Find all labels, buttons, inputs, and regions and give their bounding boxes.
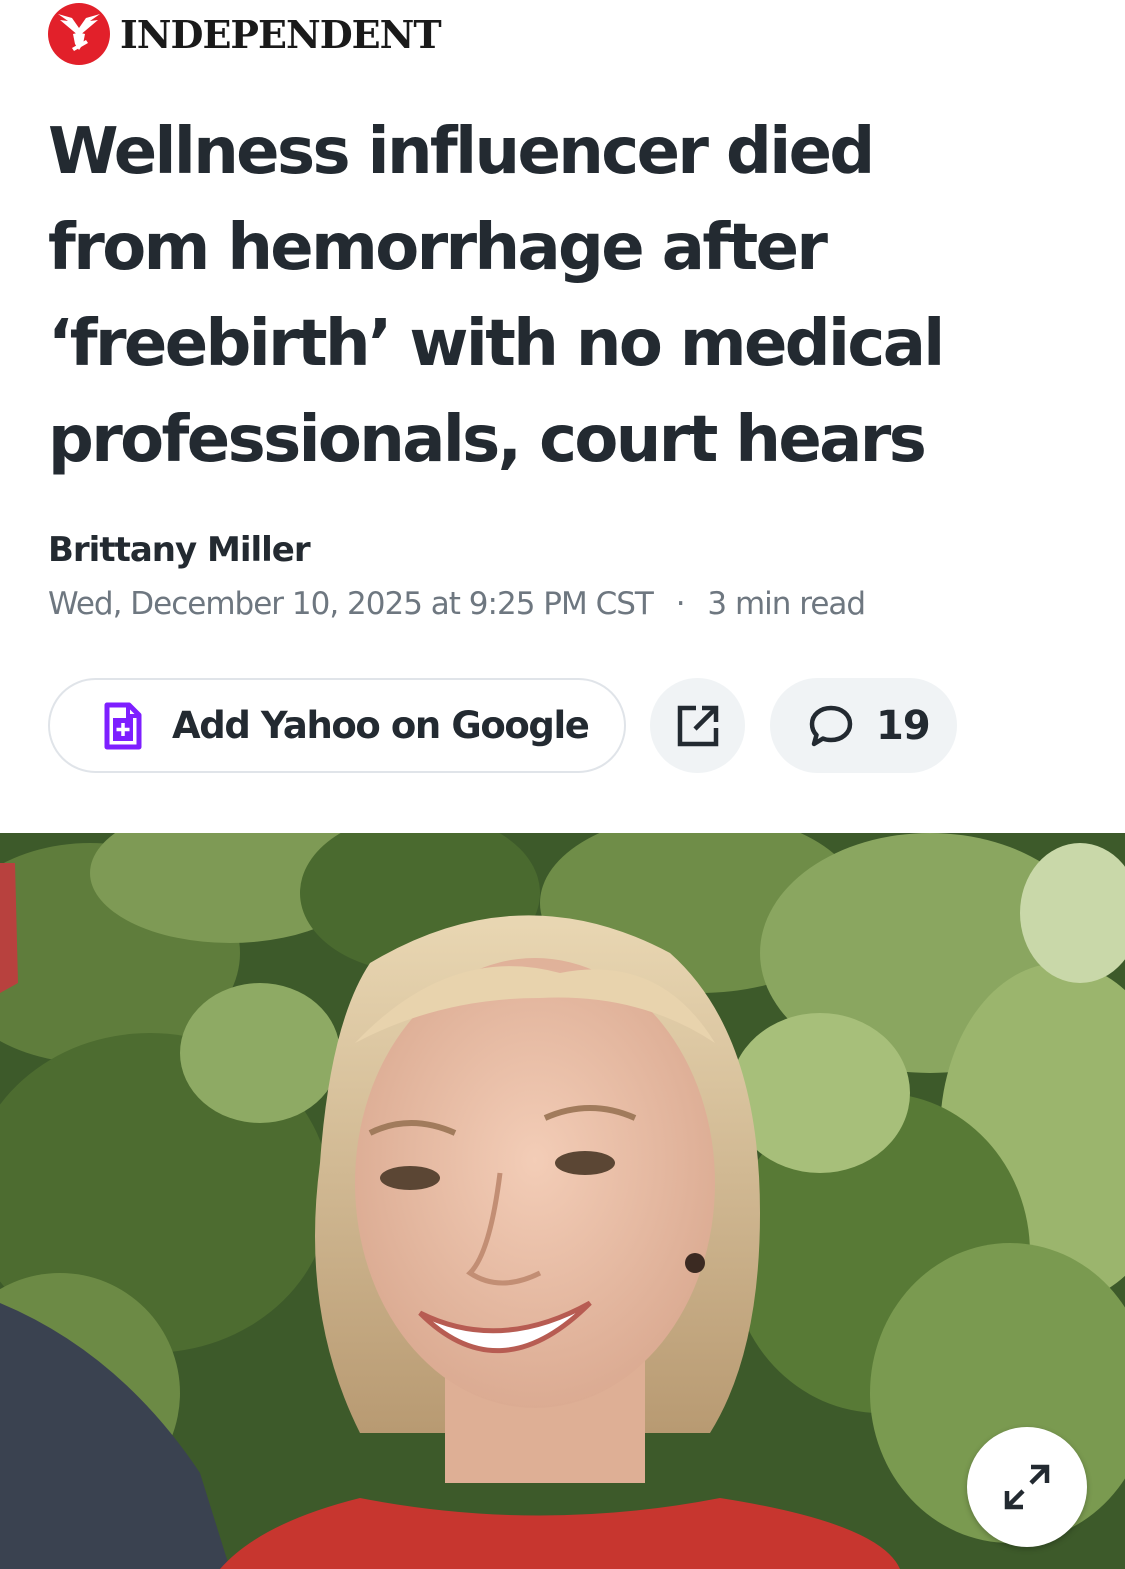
share-external-icon [677,705,718,746]
headline-line: professionals, court hears [48,403,927,477]
eagle-icon [48,3,110,65]
brand-name: INDEPENDENT [120,11,442,57]
add-document-icon [104,702,142,749]
expand-icon [1004,1464,1050,1510]
comments-button[interactable]: 19 [770,678,957,773]
article-meta: Wed, December 10, 2025 at 9:25 PM CST · … [48,586,866,622]
add-yahoo-label: Add Yahoo on Google [172,704,590,747]
masthead[interactable]: INDEPENDENT [48,2,442,66]
headline-line: ‘freebirth’ with no medical [48,307,945,381]
add-yahoo-on-google-button[interactable]: Add Yahoo on Google [48,678,626,773]
headline-line: Wellness influencer died [48,115,875,189]
author-name[interactable]: Brittany Miller [48,530,311,570]
comment-count: 19 [876,702,931,749]
comment-bubble-icon [809,705,853,746]
headline-line: from hemorrhage after [48,211,828,285]
read-time: 3 min read [707,586,866,622]
article-hero-image[interactable] [0,833,1125,1569]
share-button[interactable] [650,678,745,773]
expand-image-button[interactable] [967,1427,1087,1547]
publish-date: Wed, December 10, 2025 at 9:25 PM CST [48,586,654,622]
meta-separator: · [675,586,686,622]
action-bar: Add Yahoo on Google 19 [48,678,988,773]
article-headline: Wellness influencer died from hemorrhage… [48,104,1088,488]
